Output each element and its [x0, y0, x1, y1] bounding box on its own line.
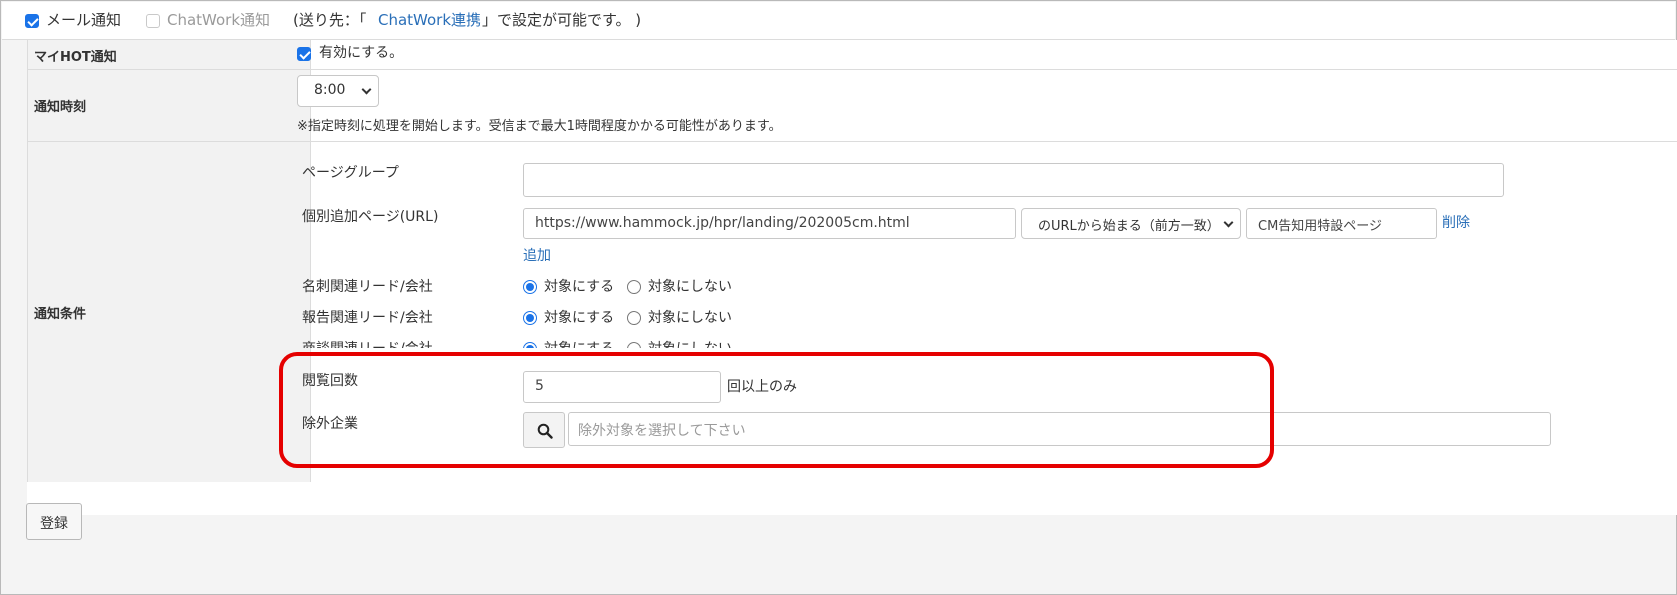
url-input[interactable]: https://www.hammock.jp/hpr/landing/20200…	[523, 208, 1016, 239]
url-value: https://www.hammock.jp/hpr/landing/20200…	[535, 215, 910, 231]
notify-time-select[interactable]: 8:00	[297, 75, 379, 107]
myhot-enable-label: 有効にする。	[319, 45, 404, 61]
register-button-label: 登録	[40, 516, 68, 532]
deal-lead-on-label: 対象にする	[544, 340, 614, 348]
myhot-row-header: マイHOT通知	[27, 40, 311, 69]
mail-notify-label: メール通知	[46, 11, 122, 29]
chatwork-notify-checkbox[interactable]	[146, 14, 160, 28]
card-lead-on-radio[interactable]	[523, 280, 537, 294]
notify-time-note: ※指定時刻に処理を開始します。受信まで最大1時間程度かかる可能性があります。	[297, 119, 782, 134]
deal-lead-off-radio[interactable]	[627, 342, 641, 348]
highlight-annotation	[279, 352, 1274, 468]
report-lead-label: 報告関連リード/会社	[302, 310, 433, 326]
notify-time-value: 8:00	[314, 82, 346, 98]
chatwork-settings-link[interactable]: ChatWork連携	[378, 11, 481, 29]
notify-conditions-row-header: 通知条件	[27, 142, 311, 482]
myhot-row: マイHOT通知 有効にする。	[27, 40, 1677, 70]
deal-lead-label: 商談関連リード/会社	[302, 340, 433, 348]
myhot-enable-checkbox[interactable]	[297, 47, 311, 61]
page-group-label: ページグループ	[302, 165, 399, 181]
url-label: 個別追加ページ(URL)	[302, 209, 439, 225]
report-lead-off-label: 対象にしない	[648, 310, 732, 326]
notify-conditions-label: 通知条件	[34, 307, 87, 322]
report-lead-off-radio[interactable]	[627, 311, 641, 325]
notify-time-label: 通知時刻	[34, 100, 87, 115]
card-lead-on-label: 対象にする	[544, 279, 615, 295]
url-delete-link[interactable]: 削除	[1442, 214, 1470, 232]
myhot-label: マイHOT通知	[34, 50, 117, 65]
deal-lead-row-clip: 商談関連リード/会社 対象にする 対象にしない	[297, 332, 797, 348]
report-lead-on-label: 対象にする	[544, 310, 615, 326]
notify-time-row: 通知時刻 8:00 ※指定時刻に処理を開始します。受信まで最大1時間程度かかる可…	[27, 70, 1677, 142]
report-lead-on-radio[interactable]	[523, 311, 537, 325]
notify-channel-bar: メール通知 ChatWork通知 (送り先：「 ChatWork連携 」で設定が…	[2, 2, 1675, 40]
chatwork-note-suffix: 」で設定が可能です。 )	[482, 11, 642, 29]
settings-panel: メール通知 ChatWork通知 (送り先：「 ChatWork連携 」で設定が…	[0, 0, 1677, 595]
deal-lead-off-label: 対象にしない	[648, 340, 732, 348]
mail-notify-checkbox[interactable]	[25, 14, 39, 28]
url-match-select[interactable]: のURLから始まる（前方一致）	[1021, 208, 1241, 239]
chatwork-note-prefix: (送り先：「	[293, 11, 367, 29]
card-lead-off-radio[interactable]	[627, 280, 641, 294]
chevron-down-icon	[361, 84, 372, 95]
card-lead-label: 名刺関連リード/会社	[302, 279, 433, 295]
notify-time-row-header: 通知時刻	[27, 70, 311, 141]
url-match-value: のURLから始まる（前方一致）	[1038, 219, 1220, 234]
card-lead-off-label: 対象にしない	[648, 279, 732, 295]
chevron-down-icon	[1223, 217, 1234, 228]
url-name-input[interactable]: CM告知用特設ページ	[1246, 208, 1437, 239]
url-add-link[interactable]: 追加	[523, 247, 551, 265]
chatwork-notify-label: ChatWork通知	[167, 11, 271, 29]
url-name-value: CM告知用特設ページ	[1258, 219, 1383, 234]
page-group-input[interactable]	[523, 163, 1504, 197]
deal-lead-on-radio[interactable]	[523, 342, 537, 348]
register-button[interactable]: 登録	[26, 503, 82, 540]
